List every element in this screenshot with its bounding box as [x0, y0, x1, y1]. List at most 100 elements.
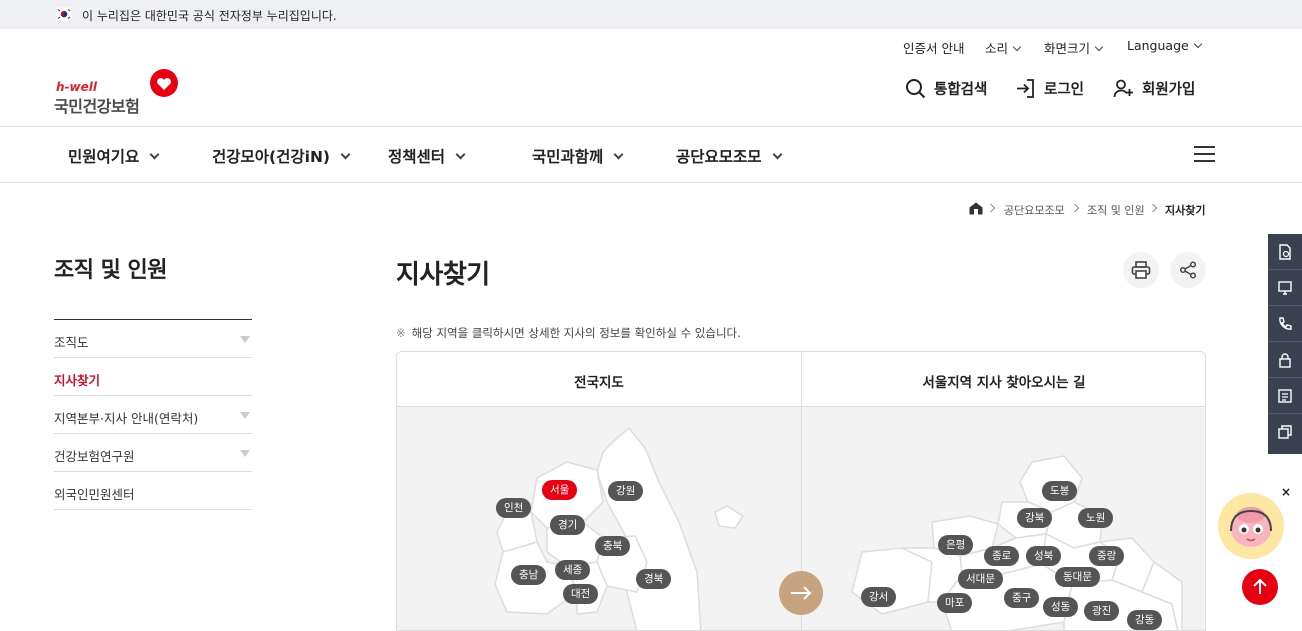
district-dobong-button[interactable]: 도봉 — [1042, 481, 1078, 501]
district-nowon-button[interactable]: 노원 — [1078, 508, 1114, 528]
util-label: 소리 — [985, 41, 1009, 56]
district-gangseo-button[interactable]: 강서 — [861, 587, 897, 607]
quick-item[interactable] — [1268, 342, 1302, 378]
expand-triangle-icon — [240, 450, 250, 457]
lock-icon — [1279, 352, 1291, 368]
notice-mark: ※ — [396, 326, 406, 340]
util-label: 인증서 안내 — [903, 41, 965, 56]
district-gangdong-button[interactable]: 강동 — [1127, 610, 1163, 630]
gov-banner: 이 누리집은 대한민국 공식 전자정부 누리집입니다. — [0, 0, 1302, 29]
scroll-top-button[interactable] — [1242, 569, 1278, 605]
breadcrumb-item[interactable]: 공단요모조모 — [1004, 202, 1065, 218]
quick-item[interactable] — [1268, 414, 1302, 450]
sidebar-menu: 조직도 지사찾기 지역본부·지사 안내(연락처) 건강보험연구원 외국인민원센터 — [54, 319, 252, 510]
all-menu-icon[interactable] — [1194, 146, 1215, 163]
action-label: 로그인 — [1044, 82, 1085, 98]
sidebar-item-find-branch[interactable]: 지사찾기 — [54, 358, 252, 396]
screen-size-dropdown[interactable]: 화면크기 — [1044, 38, 1104, 57]
gnb-label: 국민과함께 — [532, 148, 604, 166]
quick-item[interactable] — [1268, 378, 1302, 414]
print-button[interactable] — [1123, 252, 1159, 288]
go-seoul-map-button[interactable] — [779, 571, 823, 615]
district-junggu-button[interactable]: 중구 — [1004, 588, 1040, 608]
gnb-item-about[interactable]: 공단요모조모 — [676, 145, 783, 167]
chevron-down-icon — [1094, 42, 1104, 52]
district-jungnang-button[interactable]: 중랑 — [1089, 546, 1125, 566]
district-seongbuk-button[interactable]: 성북 — [1026, 546, 1062, 566]
quick-item[interactable] — [1268, 306, 1302, 342]
region-gyeonggi-button[interactable]: 경기 — [550, 515, 586, 535]
gnb-item-together[interactable]: 국민과함께 — [532, 145, 624, 167]
sidebar-item-regional-contacts[interactable]: 지역본부·지사 안내(연락처) — [54, 396, 252, 434]
taegukgi-icon — [56, 7, 72, 21]
certificate-guide-link[interactable]: 인증서 안내 — [903, 38, 964, 57]
action-label: 통합검색 — [934, 82, 988, 98]
district-mapo-button[interactable]: 마포 — [937, 593, 973, 613]
language-dropdown[interactable]: Language — [1127, 38, 1202, 53]
document-icon — [1279, 243, 1291, 260]
chevron-down-icon — [1193, 39, 1202, 49]
expand-triangle-icon — [240, 336, 250, 343]
gnb-item-minwon[interactable]: 민원여기요 — [68, 145, 160, 167]
chatbot-button[interactable] — [1218, 493, 1284, 559]
chevron-down-icon — [613, 149, 624, 160]
korea-map — [494, 427, 744, 630]
sound-dropdown[interactable]: 소리 — [985, 38, 1022, 57]
notice-text: 해당 지역을 클릭하시면 상세한 지사의 정보를 확인하실 수 있습니다. — [411, 326, 741, 340]
chevron-down-icon — [340, 149, 351, 160]
region-gangwon-button[interactable]: 강원 — [608, 481, 644, 501]
global-nav: 민원여기요 건강모아(건강iN) 정책센터 국민과함께 공단요모조모 — [0, 126, 1302, 183]
login-icon — [1017, 79, 1034, 98]
nhis-logo[interactable]: h-well 국민건강보험 — [54, 68, 184, 116]
gnb-label: 민원여기요 — [68, 148, 140, 166]
district-eunpyeong-button[interactable]: 은평 — [938, 535, 974, 555]
sidebar-item-label: 조직도 — [54, 335, 89, 350]
heart-logo-icon — [150, 69, 178, 97]
sidebar-item-foreigner-center[interactable]: 외국인민원센터 — [54, 472, 252, 510]
integrated-search-button[interactable]: 통합검색 — [905, 78, 987, 99]
signup-button[interactable]: 회원가입 — [1113, 78, 1195, 99]
arrow-right-icon — [791, 586, 812, 600]
arrow-up-icon — [1253, 579, 1267, 594]
region-chungbuk-button[interactable]: 충북 — [595, 536, 631, 556]
gnb-item-policy[interactable]: 정책센터 — [388, 145, 466, 167]
district-seongdong-button[interactable]: 성동 — [1043, 597, 1079, 617]
home-icon[interactable] — [969, 202, 983, 215]
district-seodaemun-button[interactable]: 서대문 — [958, 569, 1003, 589]
region-sejong-button[interactable]: 세종 — [555, 560, 591, 580]
sidebar-item-label: 지역본부·지사 안내(연락처) — [54, 411, 199, 426]
district-jongno-button[interactable]: 종로 — [984, 546, 1020, 566]
district-dongdaemun-button[interactable]: 동대문 — [1055, 567, 1100, 587]
region-incheon-button[interactable]: 인천 — [496, 498, 532, 518]
breadcrumb-item[interactable]: 조직 및 인원 — [1087, 202, 1145, 218]
sidebar-item-org-chart[interactable]: 조직도 — [54, 320, 252, 358]
sidebar-item-label: 건강보험연구원 — [54, 449, 135, 464]
chevron-down-icon — [772, 149, 783, 160]
util-label: 화면크기 — [1044, 41, 1091, 56]
region-seoul-button[interactable]: 서울 — [542, 480, 578, 500]
quick-item[interactable] — [1268, 234, 1302, 270]
region-gyeongbuk-button[interactable]: 경북 — [636, 569, 672, 589]
print-icon — [1131, 261, 1151, 279]
share-button[interactable] — [1170, 252, 1206, 288]
user-plus-icon — [1113, 79, 1133, 98]
breadcrumb-current: 지사찾기 — [1165, 204, 1206, 217]
gnb-item-health[interactable]: 건강모아(건강iN) — [212, 145, 351, 167]
chevron-down-icon — [455, 149, 466, 160]
gnb-label: 정책센터 — [388, 148, 446, 166]
util-label: Language — [1127, 38, 1189, 53]
share-icon — [1179, 261, 1197, 279]
sidebar-item-research-institute[interactable]: 건강보험연구원 — [54, 434, 252, 472]
district-gangbuk-button[interactable]: 강북 — [1017, 508, 1053, 528]
district-gwangjin-button[interactable]: 광진 — [1084, 601, 1120, 621]
region-chungnam-button[interactable]: 충남 — [511, 565, 547, 585]
logo-tagline: h-well — [56, 80, 97, 94]
region-daejeon-button[interactable]: 대전 — [563, 584, 599, 604]
breadcrumb-separator-icon — [1070, 203, 1080, 213]
seoul-map — [851, 455, 1183, 630]
login-button[interactable]: 로그인 — [1015, 78, 1084, 99]
quick-item[interactable] — [1268, 270, 1302, 306]
gnb-label: 공단요모조모 — [676, 148, 762, 166]
sidebar-title: 조직 및 인원 — [54, 258, 168, 283]
gnb-label: 건강모아(건강iN) — [212, 148, 331, 166]
